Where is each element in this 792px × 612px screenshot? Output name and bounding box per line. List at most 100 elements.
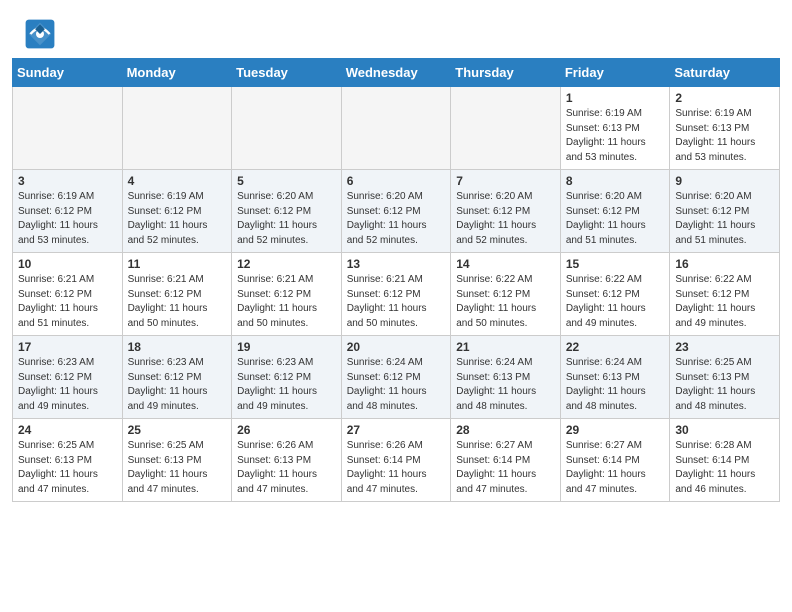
day-cell: 20 Sunrise: 6:24 AM Sunset: 6:12 PM Dayli… xyxy=(341,336,451,419)
day-cell: 4 Sunrise: 6:19 AM Sunset: 6:12 PM Daylig… xyxy=(122,170,232,253)
day-cell: 2 Sunrise: 6:19 AM Sunset: 6:13 PM Daylig… xyxy=(670,87,780,170)
day-info: Sunrise: 6:20 AM Sunset: 6:12 PM Dayligh… xyxy=(456,190,555,248)
day-cell: 8 Sunrise: 6:20 AM Sunset: 6:12 PM Daylig… xyxy=(560,170,670,253)
weekday-tuesday: Tuesday xyxy=(232,59,342,87)
day-number: 15 xyxy=(566,257,665,271)
week-row-3: 17Sunrise: 6:23 AM Sunset: 6:12 PM Dayli… xyxy=(13,336,780,419)
day-info: Sunrise: 6:25 AM Sunset: 6:13 PM Dayligh… xyxy=(18,439,117,497)
day-info: Sunrise: 6:24 AM Sunset: 6:13 PM Dayligh… xyxy=(456,356,555,414)
day-cell: 21Sunrise: 6:24 AM Sunset: 6:13 PM Dayli… xyxy=(451,336,561,419)
day-info: Sunrise: 6:20 AM Sunset: 6:12 PM Dayligh… xyxy=(347,190,446,248)
calendar-wrap: SundayMondayTuesdayWednesdayThursdayFrid… xyxy=(0,58,792,514)
day-number: 20 xyxy=(347,340,446,354)
weekday-sunday: Sunday xyxy=(13,59,123,87)
day-number: 16 xyxy=(675,257,774,271)
week-row-2: 10 Sunrise: 6:21 AM Sunset: 6:12 PM Dayli… xyxy=(13,253,780,336)
day-number: 30 xyxy=(675,423,774,437)
day-cell: 6 Sunrise: 6:20 AM Sunset: 6:12 PM Daylig… xyxy=(341,170,451,253)
day-info: Sunrise: 6:21 AM Sunset: 6:12 PM Dayligh… xyxy=(347,273,446,331)
day-info: Sunrise: 6:20 AM Sunset: 6:12 PM Dayligh… xyxy=(675,190,774,248)
day-cell: 13 Sunrise: 6:21 AM Sunset: 6:12 PM Dayli… xyxy=(341,253,451,336)
day-number: 29 xyxy=(566,423,665,437)
day-cell: 18 Sunrise: 6:23 AM Sunset: 6:12 PM Dayli… xyxy=(122,336,232,419)
day-cell: 15 Sunrise: 6:22 AM Sunset: 6:12 PM Dayli… xyxy=(560,253,670,336)
day-info: Sunrise: 6:28 AM Sunset: 6:14 PM Dayligh… xyxy=(675,439,774,497)
day-number: 14 xyxy=(456,257,555,271)
day-info: Sunrise: 6:25 AM Sunset: 6:13 PM Dayligh… xyxy=(128,439,227,497)
day-number: 18 xyxy=(128,340,227,354)
day-info: Sunrise: 6:20 AM Sunset: 6:12 PM Dayligh… xyxy=(566,190,665,248)
day-cell: 3 Sunrise: 6:19 AM Sunset: 6:12 PM Daylig… xyxy=(13,170,123,253)
day-number: 5 xyxy=(237,174,336,188)
day-cell: 30 Sunrise: 6:28 AM Sunset: 6:14 PM Dayli… xyxy=(670,419,780,502)
day-number: 27 xyxy=(347,423,446,437)
day-number: 11 xyxy=(128,257,227,271)
day-cell: 19 Sunrise: 6:23 AM Sunset: 6:12 PM Dayli… xyxy=(232,336,342,419)
day-number: 23 xyxy=(675,340,774,354)
day-number: 6 xyxy=(347,174,446,188)
day-info: Sunrise: 6:22 AM Sunset: 6:12 PM Dayligh… xyxy=(566,273,665,331)
calendar-table: SundayMondayTuesdayWednesdayThursdayFrid… xyxy=(12,58,780,502)
day-number: 8 xyxy=(566,174,665,188)
day-number: 26 xyxy=(237,423,336,437)
day-cell: 16 Sunrise: 6:22 AM Sunset: 6:12 PM Dayli… xyxy=(670,253,780,336)
day-cell: 17Sunrise: 6:23 AM Sunset: 6:12 PM Dayli… xyxy=(13,336,123,419)
day-info: Sunrise: 6:24 AM Sunset: 6:12 PM Dayligh… xyxy=(347,356,446,414)
day-number: 3 xyxy=(18,174,117,188)
day-info: Sunrise: 6:23 AM Sunset: 6:12 PM Dayligh… xyxy=(128,356,227,414)
day-cell: 24 Sunrise: 6:25 AM Sunset: 6:13 PM Dayli… xyxy=(13,419,123,502)
day-cell: 23 Sunrise: 6:25 AM Sunset: 6:13 PM Dayli… xyxy=(670,336,780,419)
day-info: Sunrise: 6:22 AM Sunset: 6:12 PM Dayligh… xyxy=(675,273,774,331)
day-number: 1 xyxy=(566,91,665,105)
header xyxy=(0,0,792,58)
day-cell: 22 Sunrise: 6:24 AM Sunset: 6:13 PM Dayli… xyxy=(560,336,670,419)
day-info: Sunrise: 6:23 AM Sunset: 6:12 PM Dayligh… xyxy=(237,356,336,414)
day-cell xyxy=(13,87,123,170)
day-number: 22 xyxy=(566,340,665,354)
day-number: 10 xyxy=(18,257,117,271)
day-info: Sunrise: 6:19 AM Sunset: 6:13 PM Dayligh… xyxy=(566,107,665,165)
weekday-header-row: SundayMondayTuesdayWednesdayThursdayFrid… xyxy=(13,59,780,87)
day-info: Sunrise: 6:27 AM Sunset: 6:14 PM Dayligh… xyxy=(566,439,665,497)
page: SundayMondayTuesdayWednesdayThursdayFrid… xyxy=(0,0,792,514)
day-number: 2 xyxy=(675,91,774,105)
day-info: Sunrise: 6:19 AM Sunset: 6:12 PM Dayligh… xyxy=(18,190,117,248)
day-number: 25 xyxy=(128,423,227,437)
day-cell: 29 Sunrise: 6:27 AM Sunset: 6:14 PM Dayli… xyxy=(560,419,670,502)
day-cell: 26Sunrise: 6:26 AM Sunset: 6:13 PM Dayli… xyxy=(232,419,342,502)
weekday-monday: Monday xyxy=(122,59,232,87)
week-row-1: 3 Sunrise: 6:19 AM Sunset: 6:12 PM Daylig… xyxy=(13,170,780,253)
day-number: 4 xyxy=(128,174,227,188)
day-info: Sunrise: 6:19 AM Sunset: 6:12 PM Dayligh… xyxy=(128,190,227,248)
day-info: Sunrise: 6:21 AM Sunset: 6:12 PM Dayligh… xyxy=(18,273,117,331)
day-info: Sunrise: 6:23 AM Sunset: 6:12 PM Dayligh… xyxy=(18,356,117,414)
day-info: Sunrise: 6:24 AM Sunset: 6:13 PM Dayligh… xyxy=(566,356,665,414)
day-cell: 11 Sunrise: 6:21 AM Sunset: 6:12 PM Dayli… xyxy=(122,253,232,336)
day-info: Sunrise: 6:25 AM Sunset: 6:13 PM Dayligh… xyxy=(675,356,774,414)
day-info: Sunrise: 6:26 AM Sunset: 6:14 PM Dayligh… xyxy=(347,439,446,497)
day-number: 12 xyxy=(237,257,336,271)
day-info: Sunrise: 6:19 AM Sunset: 6:13 PM Dayligh… xyxy=(675,107,774,165)
day-cell xyxy=(341,87,451,170)
day-info: Sunrise: 6:21 AM Sunset: 6:12 PM Dayligh… xyxy=(128,273,227,331)
day-cell: 10 Sunrise: 6:21 AM Sunset: 6:12 PM Dayli… xyxy=(13,253,123,336)
day-number: 9 xyxy=(675,174,774,188)
day-number: 24 xyxy=(18,423,117,437)
day-info: Sunrise: 6:20 AM Sunset: 6:12 PM Dayligh… xyxy=(237,190,336,248)
day-number: 28 xyxy=(456,423,555,437)
day-cell: 5 Sunrise: 6:20 AM Sunset: 6:12 PM Daylig… xyxy=(232,170,342,253)
day-number: 19 xyxy=(237,340,336,354)
day-cell: 25 Sunrise: 6:25 AM Sunset: 6:13 PM Dayli… xyxy=(122,419,232,502)
day-info: Sunrise: 6:22 AM Sunset: 6:12 PM Dayligh… xyxy=(456,273,555,331)
day-number: 7 xyxy=(456,174,555,188)
day-cell: 27 Sunrise: 6:26 AM Sunset: 6:14 PM Dayli… xyxy=(341,419,451,502)
week-row-0: 1 Sunrise: 6:19 AM Sunset: 6:13 PM Daylig… xyxy=(13,87,780,170)
weekday-wednesday: Wednesday xyxy=(341,59,451,87)
day-number: 13 xyxy=(347,257,446,271)
day-cell: 1 Sunrise: 6:19 AM Sunset: 6:13 PM Daylig… xyxy=(560,87,670,170)
day-info: Sunrise: 6:27 AM Sunset: 6:14 PM Dayligh… xyxy=(456,439,555,497)
logo xyxy=(24,18,58,50)
day-cell xyxy=(122,87,232,170)
weekday-friday: Friday xyxy=(560,59,670,87)
day-cell xyxy=(232,87,342,170)
